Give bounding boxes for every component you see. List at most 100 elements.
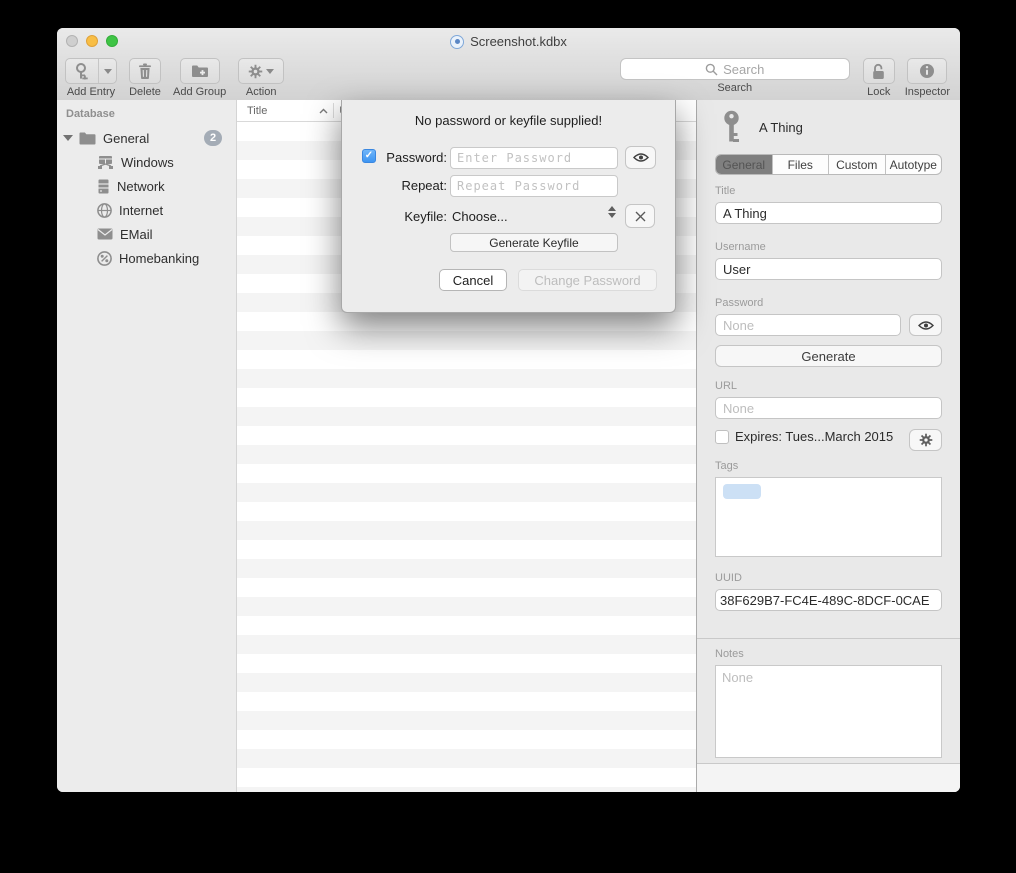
add-group-label: Add Group <box>173 86 226 98</box>
close-button[interactable] <box>66 35 78 47</box>
column-title[interactable]: Title <box>247 105 267 117</box>
window-chrome: Screenshot.kdbx <box>57 28 960 101</box>
lock-button[interactable] <box>863 58 895 84</box>
search-placeholder: Search <box>723 62 764 77</box>
expires-row: Expires: Tues...March 2015 <box>715 429 893 444</box>
disclosure-triangle-icon[interactable] <box>63 135 73 141</box>
inspector-footer <box>697 763 960 792</box>
reveal-password-button[interactable] <box>625 146 656 169</box>
add-entry-dropdown[interactable] <box>98 59 116 83</box>
inspector-button[interactable] <box>907 58 947 84</box>
zoom-button[interactable] <box>106 35 118 47</box>
password-input[interactable] <box>450 147 618 169</box>
username-field[interactable] <box>715 258 942 280</box>
lock-item: Lock <box>863 58 895 98</box>
keyfile-label: Keyfile: <box>361 209 447 224</box>
clear-keyfile-button[interactable] <box>625 204 655 228</box>
key-plus-icon <box>66 59 98 83</box>
uuid-label: UUID <box>715 572 742 584</box>
generate-password-button[interactable]: Generate <box>715 345 942 367</box>
internet-group-icon <box>97 203 112 218</box>
keyfile-popup[interactable]: Choose... <box>452 209 508 224</box>
password-field[interactable] <box>715 314 901 336</box>
repeat-input[interactable] <box>450 175 618 197</box>
email-group-icon <box>97 228 113 240</box>
tags-label: Tags <box>715 460 738 472</box>
search-input[interactable]: Search <box>620 58 850 80</box>
add-entry-label: Add Entry <box>67 86 115 98</box>
eye-icon <box>918 320 934 331</box>
titlebar[interactable]: Screenshot.kdbx <box>57 28 960 55</box>
chevron-down-icon <box>104 69 112 74</box>
password-label: Password: <box>361 150 447 165</box>
column-divider[interactable] <box>333 103 334 118</box>
group-count-badge: 2 <box>204 130 222 146</box>
action-item: Action <box>238 58 284 98</box>
delete-button[interactable] <box>129 58 161 84</box>
expires-label: Expires: Tues...March 2015 <box>735 429 893 444</box>
gear-icon <box>919 433 933 447</box>
sidebar-item-internet[interactable]: Internet <box>57 198 236 222</box>
url-field[interactable] <box>715 397 942 419</box>
action-label: Action <box>246 86 277 98</box>
notes-label: Notes <box>715 648 744 660</box>
sidebar-item-network[interactable]: Network <box>57 174 236 198</box>
search-item: Search Search <box>620 58 850 94</box>
tab-custom[interactable]: Custom <box>828 155 885 174</box>
group-label: Network <box>117 179 165 194</box>
document-title-group: Screenshot.kdbx <box>450 34 567 49</box>
tags-box[interactable] <box>715 477 942 557</box>
sidebar-item-general[interactable]: General 2 <box>57 126 236 150</box>
document-proxy-icon[interactable] <box>450 35 464 49</box>
tag-pill[interactable] <box>723 484 761 499</box>
inspector-item: Inspector <box>905 58 950 98</box>
windows-group-icon <box>97 155 114 170</box>
inspector-panel: A Thing General Files Custom Autotype Ti… <box>696 100 960 792</box>
change-password-button[interactable]: Change Password <box>518 269 657 291</box>
title-field-label: Title <box>715 185 735 197</box>
generate-keyfile-button[interactable]: Generate Keyfile <box>450 233 618 252</box>
app-window: Screenshot.kdbx <box>57 28 960 792</box>
tab-files[interactable]: Files <box>772 155 829 174</box>
stepper-icon[interactable] <box>608 206 616 218</box>
delete-item: Delete <box>129 58 161 98</box>
sidebar-item-email[interactable]: EMail <box>57 222 236 246</box>
search-label: Search <box>717 82 752 94</box>
sheet-warning-message: No password or keyfile supplied! <box>342 113 675 128</box>
inspector-label: Inspector <box>905 86 950 98</box>
toolbar-right-group: Search Search Lock <box>620 58 950 98</box>
close-x-icon <box>635 211 646 222</box>
repeat-label: Repeat: <box>361 178 447 193</box>
entry-title: A Thing <box>759 120 803 135</box>
chevron-down-icon <box>266 69 274 74</box>
window-title: Screenshot.kdbx <box>470 34 567 49</box>
uuid-field[interactable] <box>715 589 942 611</box>
url-field-label: URL <box>715 380 737 392</box>
add-entry-button[interactable] <box>65 58 117 84</box>
entry-header: A Thing <box>721 110 803 145</box>
cancel-button[interactable]: Cancel <box>439 269 507 291</box>
homebanking-group-icon <box>97 251 112 266</box>
tab-general[interactable]: General <box>716 155 772 174</box>
notes-field[interactable] <box>715 665 942 758</box>
reveal-password-button[interactable] <box>909 314 942 336</box>
add-group-button[interactable] <box>180 58 220 84</box>
group-label: Homebanking <box>119 251 199 266</box>
sidebar: Database General 2 Win <box>57 100 237 792</box>
minimize-button[interactable] <box>86 35 98 47</box>
group-label: Windows <box>121 155 174 170</box>
folder-plus-icon <box>191 64 209 78</box>
notes-divider <box>697 638 960 639</box>
action-button[interactable] <box>238 58 284 84</box>
inspector-tabs: General Files Custom Autotype <box>715 154 942 175</box>
sidebar-item-windows[interactable]: Windows <box>57 150 236 174</box>
tab-autotype[interactable]: Autotype <box>885 155 942 174</box>
group-label: EMail <box>120 227 153 242</box>
sidebar-section-header: Database <box>66 108 115 120</box>
sidebar-item-homebanking[interactable]: Homebanking <box>57 246 236 270</box>
expires-checkbox[interactable] <box>715 430 729 444</box>
title-field[interactable] <box>715 202 942 224</box>
add-entry-item: Add Entry <box>65 58 117 98</box>
expires-settings-button[interactable] <box>909 429 942 451</box>
toolbar: Add Entry Delete <box>57 55 960 100</box>
